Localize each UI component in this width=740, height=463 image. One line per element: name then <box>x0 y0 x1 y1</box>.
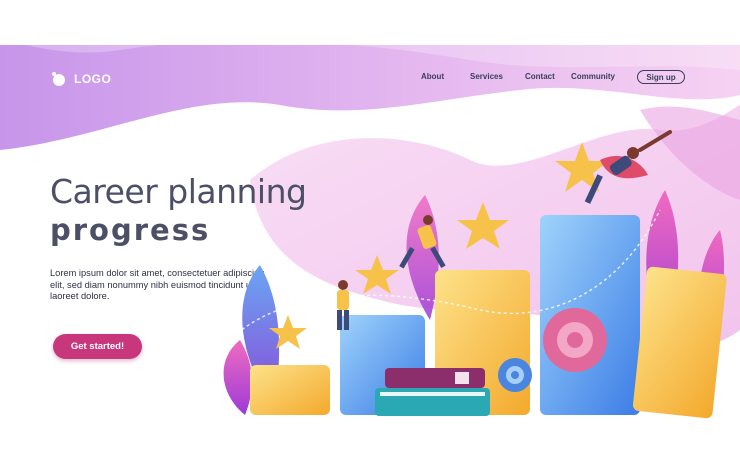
nav-services[interactable]: Services <box>470 72 503 81</box>
logo[interactable]: LOGO <box>50 70 111 88</box>
chart-bar <box>250 365 330 415</box>
star-icon <box>457 202 509 249</box>
career-illustration <box>219 130 727 419</box>
nav-about[interactable]: About <box>421 72 444 81</box>
gear-icon <box>543 308 607 372</box>
signup-button[interactable]: Sign up <box>637 70 685 84</box>
nav-community[interactable]: Community <box>571 72 615 81</box>
gear-icon <box>498 358 532 392</box>
star-icon <box>555 142 609 192</box>
logo-text: LOGO <box>74 72 112 86</box>
landing-page: LOGO About Services Contact Community Si… <box>0 0 740 463</box>
nav-contact[interactable]: Contact <box>525 72 555 81</box>
logo-mark-icon <box>50 70 68 88</box>
folder-icon <box>632 266 727 419</box>
get-started-button[interactable]: Get started! <box>53 334 142 359</box>
hero-title-line2: progress <box>50 213 211 247</box>
book-icon <box>385 368 485 388</box>
star-icon <box>355 255 399 294</box>
